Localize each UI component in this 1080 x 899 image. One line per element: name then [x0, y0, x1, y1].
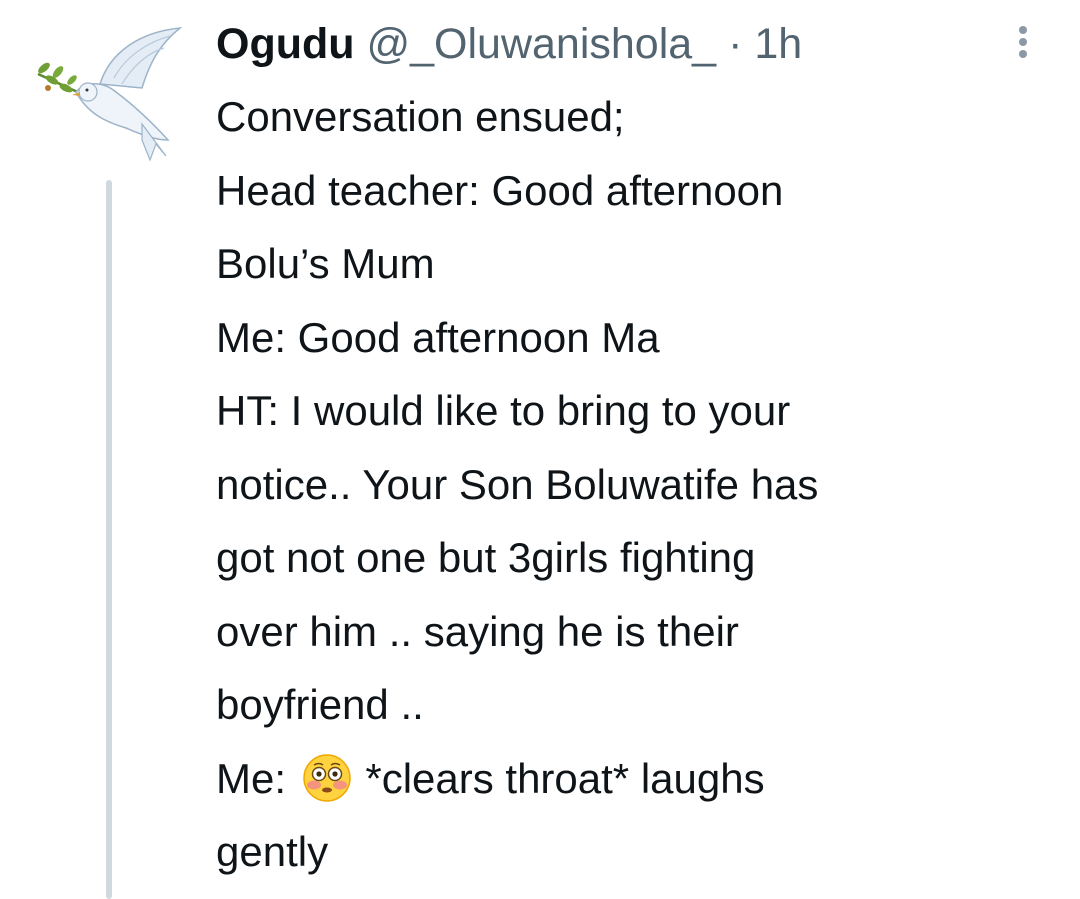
tweet-line: Bolu’s Mum	[216, 240, 435, 287]
tweet-line: notice.. Your Son Boluwatife has	[216, 460, 819, 508]
tweet-line: HT: I would like to bring to your	[216, 387, 791, 434]
tweet-body: Conversation ensued; Head teacher: Good …	[216, 80, 1056, 889]
after-emoji-text: *clears throat* laughs	[365, 754, 765, 802]
author-display-name[interactable]: Ogudu	[216, 20, 355, 68]
tweet-line: Me: Good afternoon Ma	[216, 313, 660, 361]
header-separator: ·	[728, 20, 743, 68]
tweet-line: Head teacher: Good afternoon	[216, 166, 784, 214]
flushed-face-emoji-icon	[302, 753, 351, 802]
tweet-line: gently	[216, 828, 329, 875]
tweet-timestamp[interactable]: 1h	[754, 20, 802, 68]
tweet-line: got not one but 3girls fighting	[216, 534, 756, 581]
me-prefix: Me:	[216, 754, 287, 802]
thread-connector-line	[106, 180, 112, 899]
tweet-line: over him .. saying he is their	[216, 607, 739, 655]
tweet-line-emoji: Me: *clears throat* laughs	[216, 742, 1056, 816]
olive-branch-icon	[37, 62, 83, 96]
more-options-icon[interactable]	[1012, 26, 1034, 62]
author-handle[interactable]: @_Oluwanishola_	[366, 20, 716, 68]
tweet-header: Ogudu @_Oluwanishola_ · 1h	[216, 14, 802, 74]
tweet-line: Conversation ensued;	[216, 93, 625, 140]
tweet-line: boyfriend ..	[216, 681, 424, 728]
avatar-dove-icon[interactable]	[30, 22, 186, 166]
